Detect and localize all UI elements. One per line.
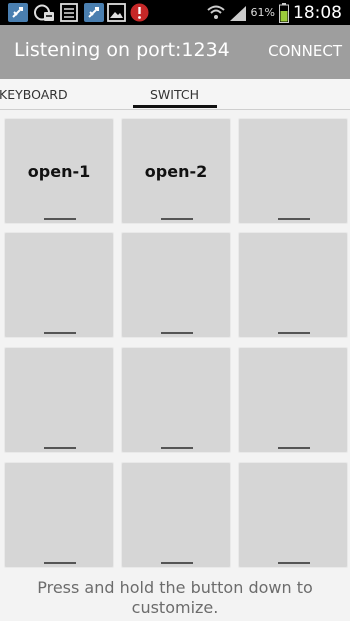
usb-icon xyxy=(84,3,104,22)
switch-button[interactable] xyxy=(238,118,348,224)
switch-button[interactable] xyxy=(121,347,231,453)
switch-button-indicator xyxy=(278,218,310,220)
sync-icon xyxy=(34,4,54,21)
switch-button-indicator xyxy=(278,562,310,564)
clock: 18:08 xyxy=(293,2,342,23)
switch-button-indicator xyxy=(161,218,193,220)
switch-button-label: open-2 xyxy=(144,161,208,181)
switch-button-indicator xyxy=(44,332,76,334)
switch-button[interactable] xyxy=(238,232,348,338)
document-icon xyxy=(60,3,78,22)
action-bar: Listening on port:1234 CONNECT xyxy=(0,25,350,79)
switch-button-label: open-1 xyxy=(27,161,91,181)
image-icon xyxy=(107,3,126,22)
page-title: Listening on port:1234 xyxy=(14,39,230,61)
switch-button[interactable] xyxy=(4,462,114,568)
customize-hint: Press and hold the button down to custom… xyxy=(37,578,313,617)
wifi-icon xyxy=(206,5,225,19)
switch-button-indicator xyxy=(44,447,76,449)
tab-switch[interactable]: SWITCH xyxy=(150,87,199,102)
selected-tab-indicator xyxy=(133,105,217,108)
switch-button-indicator xyxy=(161,447,193,449)
usb-icon xyxy=(8,3,28,22)
battery-icon xyxy=(279,2,289,23)
switch-button-indicator xyxy=(44,218,76,220)
switch-button[interactable]: open-2 xyxy=(121,118,231,224)
switch-button-indicator xyxy=(161,332,193,334)
switch-button[interactable] xyxy=(238,462,348,568)
switch-button[interactable] xyxy=(4,232,114,338)
tab-bar: KEYBOARD SWITCH xyxy=(0,79,350,110)
switch-button-indicator xyxy=(44,562,76,564)
switch-button[interactable] xyxy=(4,347,114,453)
battery-percent: 61% xyxy=(250,6,275,19)
connect-button[interactable]: CONNECT xyxy=(268,42,342,60)
switch-button-indicator xyxy=(278,447,310,449)
switch-button[interactable]: open-1 xyxy=(4,118,114,224)
switch-button-indicator xyxy=(278,332,310,334)
switch-button[interactable] xyxy=(121,232,231,338)
alert-icon xyxy=(130,3,149,22)
tab-keyboard[interactable]: KEYBOARD xyxy=(0,87,68,102)
status-indicators: 61% 18:08 xyxy=(206,1,342,24)
status-bar: 61% 18:08 xyxy=(0,0,350,25)
signal-icon xyxy=(229,5,246,21)
switch-button[interactable] xyxy=(238,347,348,453)
switch-button-indicator xyxy=(161,562,193,564)
switch-button[interactable] xyxy=(121,462,231,568)
